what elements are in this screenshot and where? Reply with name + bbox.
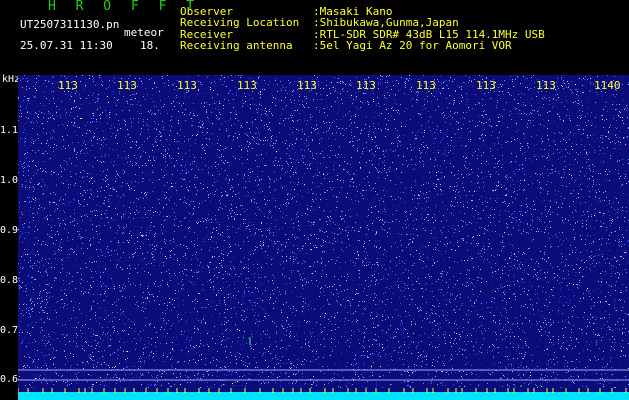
x-tick-label: 113 [416, 79, 436, 92]
y-tick-label: 1.0 [0, 175, 19, 186]
x-tick-label: 1140 [594, 79, 621, 92]
x-tick-label: 113 [476, 79, 496, 92]
x-tick-label: 113 [536, 79, 556, 92]
spectrogram [18, 75, 629, 400]
x-tick-label: 113 [356, 79, 376, 92]
y-tick-label: 0.7 [0, 325, 19, 336]
x-tick-label: 113 [237, 79, 257, 92]
app-title: H R O F F T [48, 0, 201, 14]
y-tick-label: 1.1 [0, 125, 19, 136]
antenna-value: :5el Yagi Az 20 for Aomori VOR [313, 39, 512, 52]
file-name: UT2507311130.pn [20, 18, 120, 31]
meteor-label: meteor [124, 26, 164, 39]
y-tick-label: 0.6 [0, 374, 19, 385]
x-tick-label: 113 [58, 79, 78, 92]
bottom-band [18, 392, 629, 400]
x-tick-label: 113 [297, 79, 317, 92]
y-tick-label: 0.8 [0, 275, 19, 286]
location-value: :Shibukawa,Gunma,Japan [313, 16, 459, 29]
timestamp: 25.07.31 11:30 [20, 39, 113, 52]
x-tick-label: 113 [177, 79, 197, 92]
x-tick-label: 113 [117, 79, 137, 92]
meteor-count: 18. [140, 39, 160, 52]
spectrogram-canvas [18, 75, 629, 400]
y-tick-label: 0.9 [0, 225, 19, 236]
antenna-label: Receiving antenna [180, 39, 293, 52]
location-label: Receiving Location [180, 16, 300, 29]
noise-speckle [18, 75, 629, 388]
